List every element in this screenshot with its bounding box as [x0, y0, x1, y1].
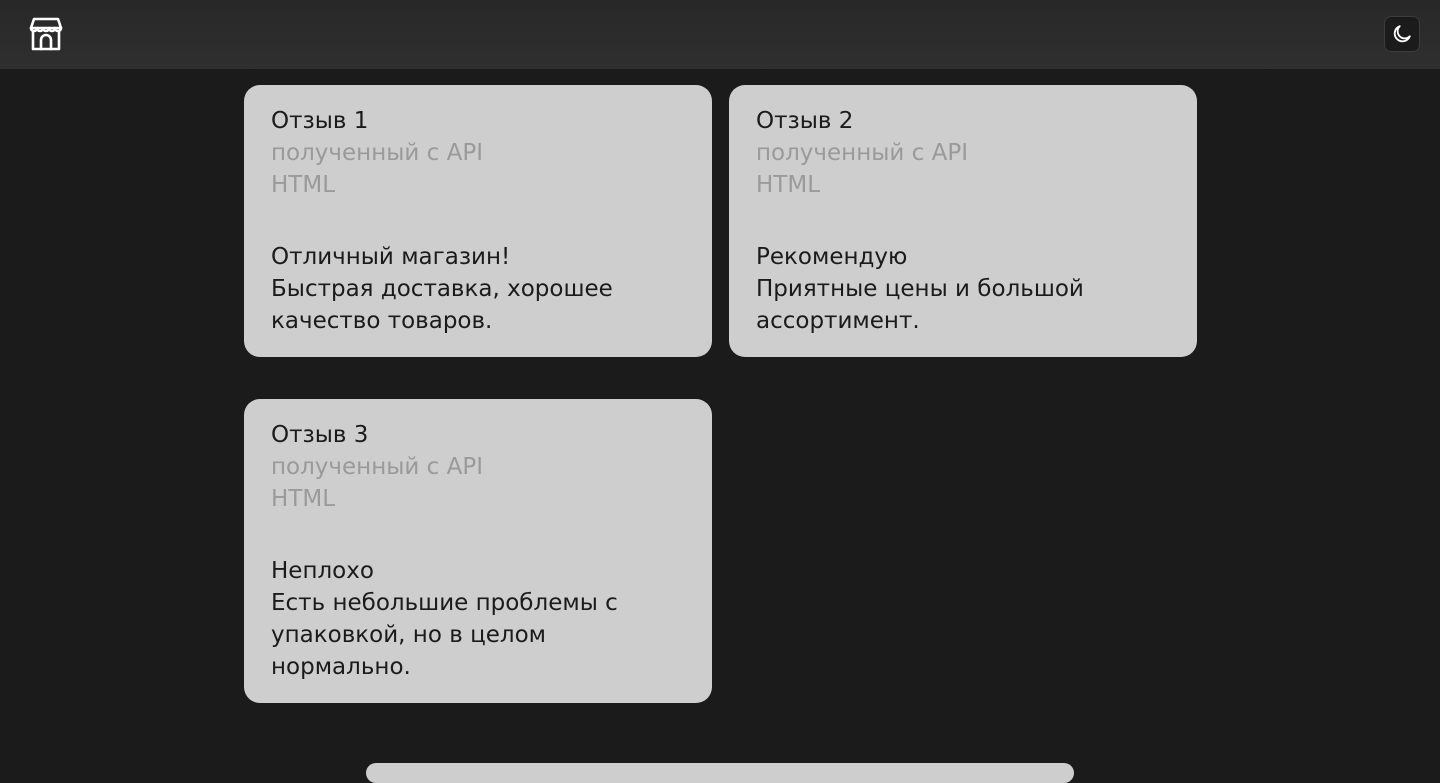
review-text: Приятные цены и большой ассортимент. [756, 276, 1084, 334]
review-card: Отзыв 1 полученный с API HTML Отличный м… [244, 85, 712, 357]
review-headline: Рекомендую [756, 244, 908, 270]
review-text: Есть небольшие проблемы с упаковкой, но … [271, 590, 618, 680]
review-card: Отзыв 3 полученный с API HTML Неплохо Ес… [244, 399, 712, 703]
bottom-panel [366, 763, 1074, 783]
review-headline: Неплохо [271, 558, 374, 584]
review-format: HTML [756, 172, 821, 198]
review-source: полученный с API [271, 140, 483, 166]
theme-toggle-button[interactable] [1384, 16, 1420, 52]
review-text: Быстрая доставка, хорошее качество товар… [271, 276, 613, 334]
review-source: полученный с API [271, 454, 483, 480]
store-icon[interactable] [28, 16, 64, 52]
review-headline: Отличный магазин! [271, 244, 511, 270]
review-card: Отзыв 2 полученный с API HTML Рекомендую… [729, 85, 1197, 357]
review-title: Отзыв 1 [271, 108, 369, 134]
review-format: HTML [271, 486, 336, 512]
review-title: Отзыв 3 [271, 422, 369, 448]
review-title: Отзыв 2 [756, 108, 854, 134]
top-header [0, 0, 1440, 69]
review-format: HTML [271, 172, 336, 198]
review-source: полученный с API [756, 140, 968, 166]
moon-icon [1391, 23, 1413, 45]
